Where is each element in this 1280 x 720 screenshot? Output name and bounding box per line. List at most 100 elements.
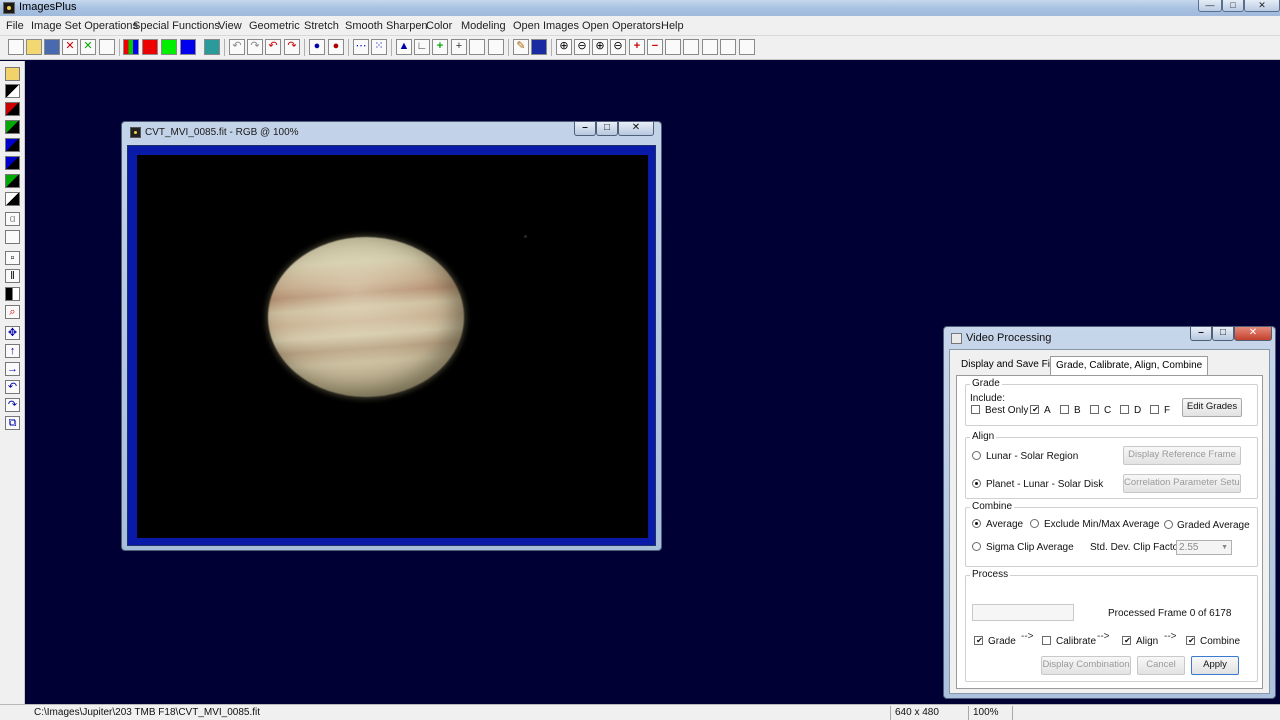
close-image-icon[interactable]: ✕	[62, 39, 78, 55]
menu-file[interactable]: File	[6, 20, 24, 32]
menu-view[interactable]: View	[218, 20, 242, 32]
close-all-icon[interactable]: ✕	[80, 39, 96, 55]
lasso-icon[interactable]: ɑ	[5, 212, 20, 226]
grade-process-checkbox[interactable]	[974, 636, 984, 645]
display-combination-button[interactable]: Display Combination	[1041, 656, 1131, 675]
exclude-min-max-radio[interactable]	[1030, 519, 1039, 528]
green-channel-icon[interactable]	[161, 39, 177, 55]
window-square-5-icon[interactable]	[739, 39, 755, 55]
menu-modeling[interactable]: Modeling	[461, 20, 506, 32]
zoom-actual-icon[interactable]: ⊖	[610, 39, 626, 55]
menu-help[interactable]: Help	[661, 20, 684, 32]
arrow-right-icon[interactable]: →	[5, 362, 20, 376]
new-file-icon[interactable]	[8, 39, 24, 55]
red-mask-icon[interactable]	[5, 102, 20, 116]
crosshair-green-icon[interactable]: +	[432, 39, 448, 55]
green-mask-icon[interactable]	[5, 120, 20, 134]
window-square-4-icon[interactable]	[720, 39, 736, 55]
menu-stretch[interactable]: Stretch	[304, 20, 339, 32]
record-blue-icon[interactable]: ●	[309, 39, 325, 55]
apply-button[interactable]: Apply	[1191, 656, 1239, 675]
zoom-region-icon[interactable]: ⌕	[5, 305, 20, 319]
blue-mask-icon[interactable]	[5, 138, 20, 152]
invert-icon[interactable]	[5, 192, 20, 206]
zoom-out-icon[interactable]: ⊖	[574, 39, 590, 55]
move-icon[interactable]: ✥	[5, 326, 20, 340]
display-reference-frame-button[interactable]: Display Reference Frame	[1123, 446, 1241, 465]
minimize-icon[interactable]: –	[1190, 327, 1212, 341]
window-square-3-icon[interactable]	[702, 39, 718, 55]
combine-process-checkbox[interactable]	[1186, 636, 1196, 645]
grade-f-checkbox[interactable]	[1150, 405, 1159, 414]
undo-icon[interactable]: ↶	[265, 39, 281, 55]
calibrate-process-checkbox[interactable]	[1042, 636, 1051, 645]
video-processing-dialog[interactable]: Video Processing – □ ✕ Display and Save …	[943, 326, 1276, 699]
planet-lunar-solar-disk-radio[interactable]	[972, 479, 981, 488]
select-box-icon[interactable]: ▫	[5, 251, 20, 265]
rgb-icon[interactable]	[123, 39, 139, 55]
menu-image-set-operations[interactable]: Image Set Operations	[31, 20, 138, 32]
image-canvas[interactable]	[137, 155, 648, 538]
grade-d-checkbox[interactable]	[1120, 405, 1129, 414]
axis-icon[interactable]: ∟	[414, 39, 430, 55]
window-square-2-icon[interactable]	[683, 39, 699, 55]
crosshair-icon[interactable]: +	[451, 39, 467, 55]
rotate-right-icon[interactable]: ↷	[5, 398, 20, 412]
save-icon[interactable]	[5, 67, 20, 81]
window-square-1-icon[interactable]	[665, 39, 681, 55]
add-icon[interactable]: +	[629, 39, 645, 55]
correlation-parameter-setup-button[interactable]: Correlation Parameter Setup	[1123, 474, 1241, 493]
line-icon[interactable]	[5, 230, 20, 244]
menu-open-operators[interactable]: Open Operators	[582, 20, 661, 32]
grade-a-checkbox[interactable]	[1030, 405, 1040, 414]
cancel-button[interactable]: Cancel	[1137, 656, 1185, 675]
grade-c-checkbox[interactable]	[1090, 405, 1099, 414]
best-only-checkbox[interactable]	[971, 405, 980, 414]
close-icon[interactable]: ✕	[1234, 327, 1272, 341]
mask-icon[interactable]	[5, 84, 20, 98]
menu-open-images[interactable]: Open Images	[513, 20, 579, 32]
zoom-fit-icon[interactable]: ⊕	[592, 39, 608, 55]
grade-b-checkbox[interactable]	[1060, 405, 1069, 414]
maximize-icon[interactable]: □	[596, 122, 618, 136]
copy-icon[interactable]	[99, 39, 115, 55]
dots-icon[interactable]: ⋯	[353, 39, 369, 55]
grid-blue-icon[interactable]	[531, 39, 547, 55]
align-process-checkbox[interactable]	[1122, 636, 1132, 645]
minimize-icon[interactable]: —	[1198, 0, 1222, 12]
layers-icon[interactable]: ⧉	[5, 416, 20, 430]
undo-disabled-icon[interactable]: ↶	[229, 39, 245, 55]
average-radio[interactable]	[972, 519, 981, 528]
std-dev-clip-select[interactable]: 2.55 ▼	[1176, 540, 1232, 555]
arrow-up-icon[interactable]: ↑	[5, 344, 20, 358]
grid-icon[interactable]	[204, 39, 220, 55]
zoom-in-icon[interactable]: ⊕	[556, 39, 572, 55]
menu-special-functions[interactable]: Special Functions	[133, 20, 220, 32]
blue-mask-2-icon[interactable]	[5, 156, 20, 170]
open-folder-icon[interactable]	[26, 39, 42, 55]
red-channel-icon[interactable]	[142, 39, 158, 55]
menu-geometric[interactable]: Geometric	[249, 20, 300, 32]
green-mask-2-icon[interactable]	[5, 174, 20, 188]
blue-channel-icon[interactable]	[180, 39, 196, 55]
paint-icon[interactable]	[488, 39, 504, 55]
pencil-icon[interactable]: ✎	[513, 39, 529, 55]
minimize-icon[interactable]: –	[574, 122, 596, 136]
menu-color[interactable]: Color	[426, 20, 452, 32]
edit-grades-button[interactable]: Edit Grades	[1182, 398, 1242, 417]
split-icon[interactable]	[5, 287, 20, 301]
histogram-icon[interactable]: ▲	[396, 39, 412, 55]
lunar-solar-region-radio[interactable]	[972, 451, 981, 460]
remove-icon[interactable]: −	[647, 39, 663, 55]
maximize-icon[interactable]: □	[1222, 0, 1244, 12]
close-icon[interactable]: ✕	[1244, 0, 1280, 12]
close-icon[interactable]: ✕	[618, 122, 654, 136]
tab-grade-calibrate-align-combine[interactable]: Grade, Calibrate, Align, Combine	[1050, 356, 1209, 375]
image-window[interactable]: CVT_MVI_0085.fit - RGB @ 100% – □ ✕	[121, 121, 662, 551]
save-icon[interactable]	[44, 39, 60, 55]
graded-average-radio[interactable]	[1164, 520, 1173, 529]
bars-icon[interactable]: ‖	[5, 269, 20, 283]
sigma-clip-average-radio[interactable]	[972, 542, 981, 551]
redo-icon[interactable]: ↷	[284, 39, 300, 55]
redo-disabled-icon[interactable]: ↷	[247, 39, 263, 55]
